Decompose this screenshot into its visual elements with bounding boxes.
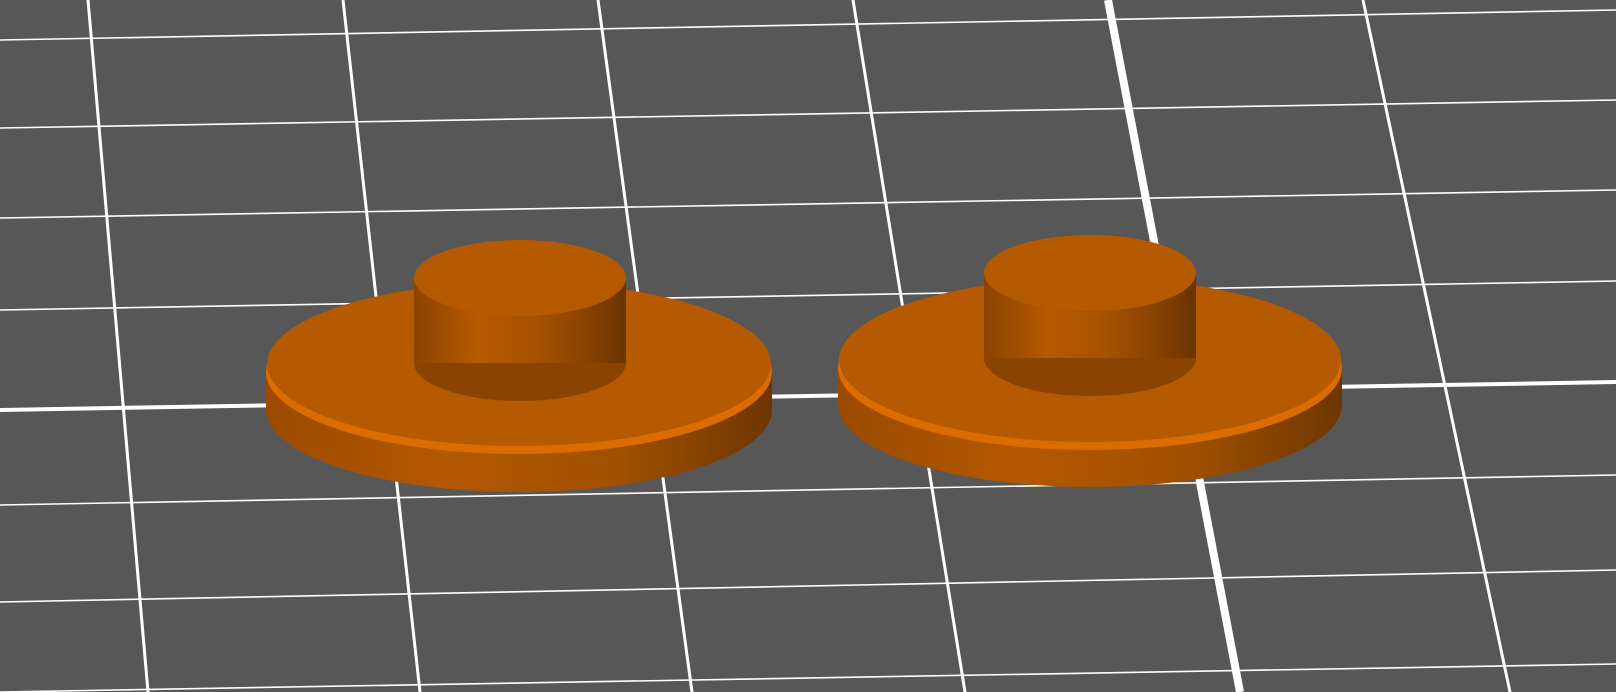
part-1[interactable] [266,240,772,492]
boss-top [414,240,626,316]
boss-top [984,235,1196,311]
grid-line [0,189,1616,219]
part-2[interactable] [838,235,1342,487]
grid-line [0,474,1616,506]
grid-line [0,569,1616,603]
grid-line [0,663,1616,692]
build-plate-grid [0,0,1616,692]
grid-line [86,0,150,692]
3d-viewport[interactable] [0,0,1616,692]
grid-line [0,9,1616,41]
build-plate-scene[interactable] [0,0,1616,692]
grid-axis-line [0,380,1616,412]
grid-line [0,280,1616,311]
grid-line [0,99,1616,129]
